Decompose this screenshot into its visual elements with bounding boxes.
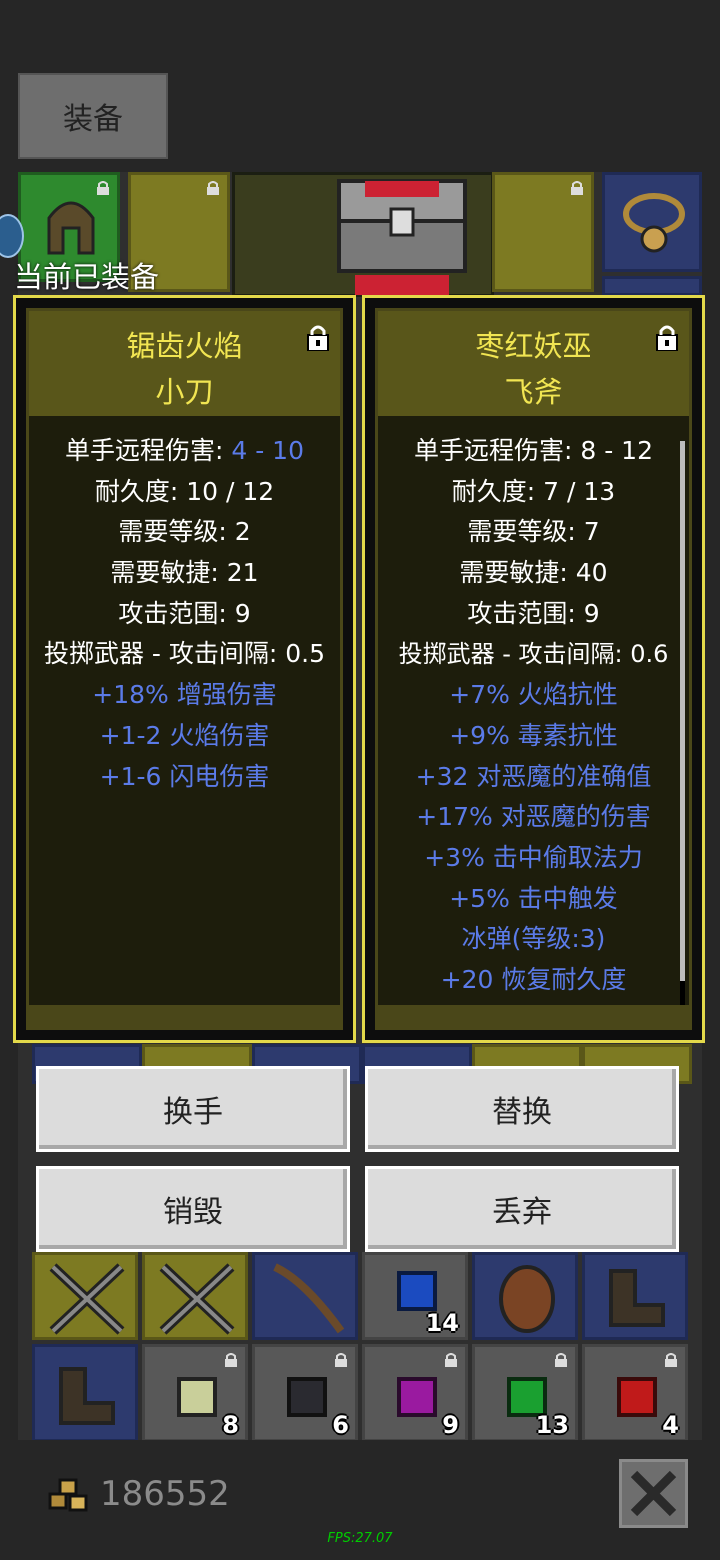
item-count: 14	[425, 1309, 459, 1337]
inventory-slot[interactable]	[582, 1252, 688, 1340]
inventory-slot[interactable]	[32, 1252, 138, 1340]
fps-counter: FPS:27.07	[327, 1531, 393, 1546]
item-header: 锯齿火焰 小刀	[29, 311, 340, 416]
inventory-slot[interactable]: 14	[362, 1252, 468, 1340]
lock-icon[interactable]	[655, 325, 679, 351]
lock-icon	[225, 1353, 237, 1367]
stat-line: 攻击范围: 9	[118, 598, 251, 628]
mod-line: +9% 毒素抗性	[449, 720, 618, 750]
shield-icon	[499, 1265, 555, 1333]
amulet-icon	[623, 193, 685, 253]
item-stats: 单手远程伤害: 8 - 12 耐久度: 7 / 13 需要等级: 7 需要敏捷:…	[378, 431, 689, 1001]
equip-slot[interactable]	[602, 276, 702, 296]
mod-line: +7% 火焰抗性	[449, 680, 618, 710]
swap-hand-button[interactable]: 换手	[36, 1066, 350, 1152]
item-name-line1: 枣红妖巫	[475, 329, 592, 363]
gold-icon	[48, 1478, 88, 1512]
panel-footer	[378, 1005, 689, 1027]
amulet-slot[interactable]	[602, 172, 702, 272]
selected-item-panel: 枣红妖巫 飞斧 单手远程伤害: 8 - 12 耐久度: 7 / 13 需要等级:…	[362, 295, 705, 1043]
destroy-button[interactable]: 销毁	[36, 1166, 350, 1252]
discard-button[interactable]: 丢弃	[365, 1166, 679, 1252]
item-count: 6	[332, 1411, 349, 1439]
mod-line: +20 恢复耐久度	[440, 964, 627, 994]
lock-icon	[335, 1353, 347, 1367]
item-stats: 单手远程伤害: 4 - 10 耐久度: 10 / 12 需要等级: 2 需要敏捷…	[29, 431, 340, 797]
replace-button[interactable]: 替换	[365, 1066, 679, 1152]
item-header: 枣红妖巫 飞斧	[378, 311, 689, 416]
damage-value: 4 - 10	[231, 436, 304, 465]
chest-icon	[337, 179, 467, 295]
lock-icon	[665, 1353, 677, 1367]
bow-icon	[273, 1263, 345, 1334]
crossed-swords-icon	[159, 1263, 235, 1335]
helmet-icon	[47, 201, 95, 255]
inventory-slot[interactable]	[142, 1252, 248, 1340]
lock-icon	[445, 1353, 457, 1367]
boots-icon	[59, 1367, 115, 1425]
item-count: 4	[662, 1411, 679, 1439]
stat-line: 需要敏捷: 21	[110, 558, 259, 588]
inventory-slot[interactable]: 8	[142, 1344, 248, 1442]
crossed-swords-icon	[49, 1263, 125, 1335]
item-name-line1: 锯齿火焰	[126, 329, 243, 363]
equipment-tab[interactable]: 装备	[18, 73, 168, 159]
white-gem-icon	[177, 1377, 217, 1417]
mod-line: +32 对恶魔的准确值	[415, 761, 652, 791]
mod-line: +5% 击中触发	[449, 883, 618, 913]
panel-footer	[29, 1005, 340, 1027]
gold-amount: 186552	[100, 1474, 230, 1514]
stats-scrollbar[interactable]	[680, 441, 685, 1015]
mod-line: +3% 击中偷取法力	[424, 842, 643, 872]
red-gem-icon	[617, 1377, 657, 1417]
stat-line: 投掷武器 - 攻击间隔: 0.5	[43, 639, 326, 669]
stat-line: 单手远程伤害: 4 - 10	[29, 431, 340, 472]
equipped-label: 当前已装备	[14, 260, 160, 294]
item-count: 13	[535, 1411, 569, 1439]
stat-line: 耐久度: 7 / 13	[451, 476, 616, 506]
inventory-slot[interactable]	[472, 1252, 578, 1340]
stat-line: 耐久度: 10 / 12	[94, 476, 275, 506]
chest-slot[interactable]	[232, 172, 494, 297]
lock-icon[interactable]	[306, 325, 330, 351]
black-gem-icon	[287, 1377, 327, 1417]
damage-label: 单手远程伤害:	[64, 436, 232, 465]
stat-line: 需要等级: 7	[467, 517, 600, 547]
inventory-slot[interactable]	[252, 1252, 358, 1340]
mod-line: +1-2 火焰伤害	[99, 720, 270, 750]
lock-icon	[555, 1353, 567, 1367]
stat-line: 单手远程伤害: 8 - 12	[413, 436, 653, 465]
item-name-line2: 飞斧	[504, 375, 563, 409]
boots-icon	[609, 1269, 665, 1327]
equipped-item-panel: 锯齿火焰 小刀 单手远程伤害: 4 - 10 耐久度: 10 / 12 需要等级…	[13, 295, 356, 1043]
inventory-slot[interactable]: 4	[582, 1344, 688, 1442]
panel-inner: 枣红妖巫 飞斧 单手远程伤害: 8 - 12 耐久度: 7 / 13 需要等级:…	[375, 308, 692, 1030]
stat-line: 需要等级: 2	[118, 517, 251, 547]
stat-line: 需要敏捷: 40	[459, 558, 608, 588]
stat-line: 攻击范围: 9	[467, 598, 600, 628]
inventory-slot[interactable]: 9	[362, 1344, 468, 1442]
mod-line: +18% 增强伤害	[92, 680, 277, 710]
lock-icon	[207, 181, 219, 195]
item-count: 9	[442, 1411, 459, 1439]
purple-gem-icon	[397, 1377, 437, 1417]
item-count: 8	[222, 1411, 239, 1439]
equip-slot[interactable]	[492, 172, 594, 292]
close-icon	[630, 1470, 677, 1517]
close-button[interactable]	[619, 1459, 688, 1528]
stat-line: 投掷武器 - 攻击间隔: 0.6	[398, 640, 669, 669]
panel-inner: 锯齿火焰 小刀 单手远程伤害: 4 - 10 耐久度: 10 / 12 需要等级…	[26, 308, 343, 1030]
blue-gem-icon	[397, 1271, 437, 1311]
lock-icon	[571, 181, 583, 195]
mod-line: +1-6 闪电伤害	[99, 761, 270, 791]
mod-line: 冰弹(等级:3)	[461, 924, 606, 954]
inventory-slot[interactable]	[32, 1344, 138, 1442]
inventory-slot[interactable]: 13	[472, 1344, 578, 1442]
mod-line: +17% 对恶魔的伤害	[416, 802, 651, 832]
item-name-line2: 小刀	[155, 375, 214, 409]
inventory-slot[interactable]: 6	[252, 1344, 358, 1442]
